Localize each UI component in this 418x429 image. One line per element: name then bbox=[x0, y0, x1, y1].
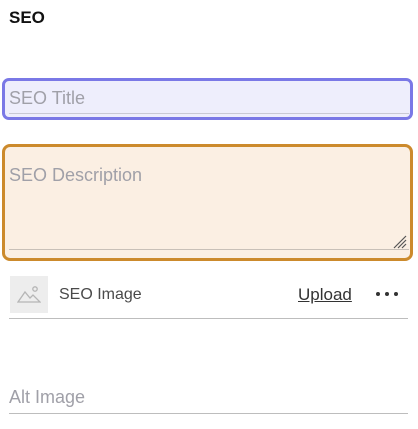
image-thumbnail[interactable] bbox=[10, 276, 48, 313]
seo-image-row: SEO Image Upload bbox=[9, 275, 408, 319]
alt-image-input[interactable] bbox=[9, 384, 408, 410]
image-placeholder-icon bbox=[17, 286, 41, 303]
alt-image-field[interactable] bbox=[9, 380, 408, 414]
upload-link[interactable]: Upload bbox=[298, 285, 352, 305]
seo-title-input[interactable] bbox=[9, 83, 409, 114]
seo-title-field[interactable] bbox=[2, 78, 413, 120]
section-title: SEO bbox=[9, 8, 45, 27]
seo-panel: SEO SEO Image Upload bbox=[0, 0, 418, 429]
seo-description-field[interactable] bbox=[2, 144, 413, 261]
seo-description-textarea[interactable] bbox=[9, 151, 409, 250]
ellipsis-icon[interactable] bbox=[375, 283, 399, 305]
seo-image-label: SEO Image bbox=[59, 286, 142, 303]
resize-handle-icon[interactable] bbox=[389, 231, 407, 249]
